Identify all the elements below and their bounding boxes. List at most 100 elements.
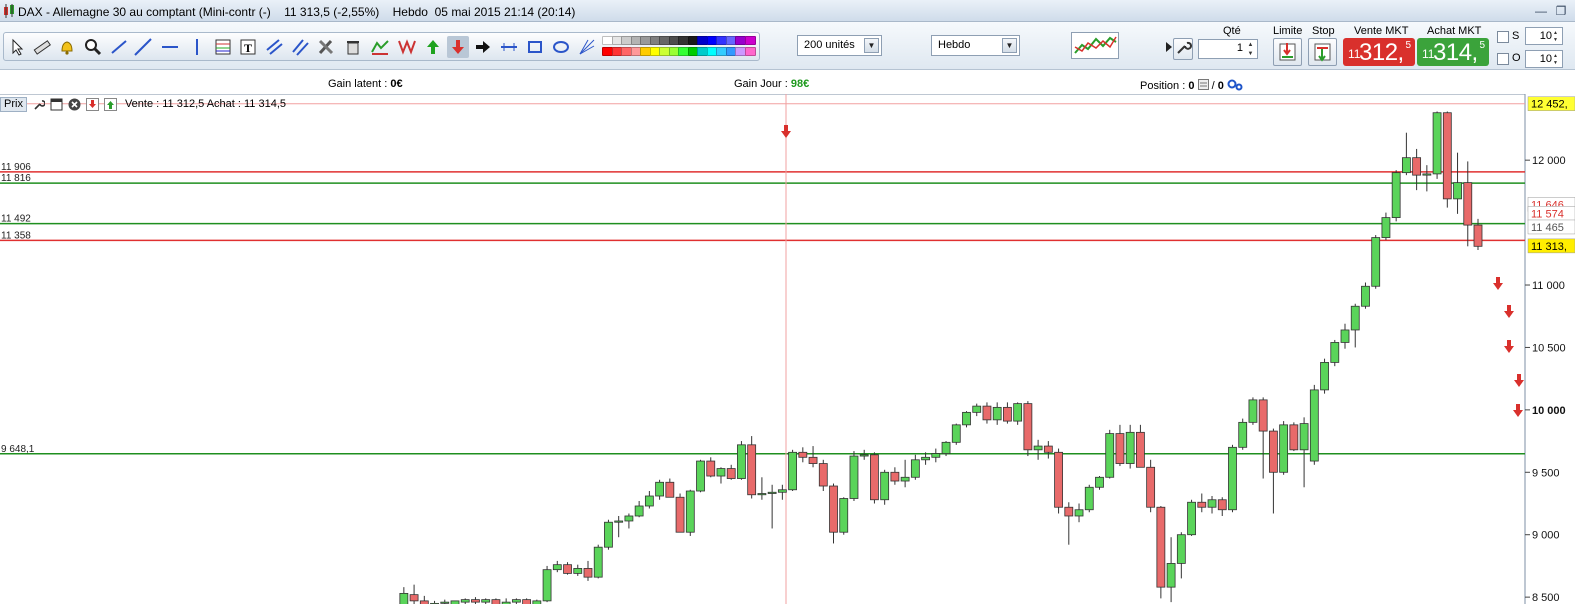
candle[interactable] <box>818 459 828 492</box>
tools-icon[interactable] <box>315 36 337 58</box>
candle[interactable] <box>1320 358 1329 394</box>
limit-label: Limite <box>1273 25 1303 37</box>
candle[interactable] <box>1238 418 1248 450</box>
candle[interactable] <box>951 423 961 445</box>
candle[interactable] <box>737 441 746 480</box>
candle[interactable] <box>880 469 890 505</box>
candle[interactable] <box>1105 429 1115 479</box>
price-chart[interactable]: 11 90611 816 11 492 11 358 9 648,1 8 500 9 0… <box>0 94 1575 604</box>
pattern-icon[interactable] <box>396 36 418 58</box>
candle[interactable] <box>1023 401 1033 457</box>
move-up-icon[interactable] <box>103 97 117 111</box>
window-icon[interactable] <box>50 98 63 111</box>
minimize-icon[interactable]: — <box>1533 3 1549 19</box>
candle[interactable] <box>685 489 695 536</box>
collapse-arrow-icon[interactable] <box>1166 42 1172 52</box>
bearish-candle-body <box>1115 433 1125 464</box>
spin-up-icon[interactable]: ▲ <box>1245 41 1256 49</box>
vertical-line-icon[interactable] <box>186 36 208 58</box>
candle[interactable] <box>1054 448 1063 514</box>
alert-bell-icon[interactable] <box>56 36 78 58</box>
qty-input[interactable]: 1 ▲ ▼ <box>1198 39 1258 59</box>
right-arrow-icon[interactable] <box>472 36 494 58</box>
candle[interactable] <box>1330 339 1340 367</box>
trendline-extended-icon[interactable] <box>132 36 154 58</box>
candle[interactable] <box>696 459 705 493</box>
limit-order-button[interactable] <box>1273 38 1302 66</box>
buy-market-button[interactable]: 11 314, 5 <box>1417 38 1489 66</box>
bearish-candle-body <box>583 568 593 578</box>
color-palette[interactable] <box>602 36 758 58</box>
candle[interactable] <box>941 441 951 457</box>
candle[interactable] <box>849 451 859 502</box>
sell-arrow-icon[interactable] <box>447 36 469 58</box>
candle[interactable] <box>1361 282 1370 309</box>
candle[interactable] <box>1432 111 1442 179</box>
color-swatch[interactable] <box>744 47 756 56</box>
fan-icon[interactable] <box>576 36 598 58</box>
units-select[interactable]: 200 unités ▼ <box>797 35 882 56</box>
stop-order-button[interactable] <box>1308 38 1337 66</box>
ellipse-icon[interactable] <box>550 36 572 58</box>
s-checkbox[interactable] <box>1497 31 1509 43</box>
candle[interactable] <box>1309 384 1319 465</box>
candle[interactable] <box>604 519 613 550</box>
buy-arrow-icon[interactable] <box>422 36 444 58</box>
candle[interactable] <box>1248 397 1258 425</box>
position-detail-icon[interactable] <box>1197 79 1209 90</box>
candle[interactable] <box>747 436 757 499</box>
settings-wrench-button[interactable] <box>1173 38 1193 60</box>
candle[interactable] <box>675 493 685 533</box>
move-down-icon[interactable] <box>85 97 99 111</box>
candle[interactable] <box>1371 235 1381 289</box>
text-tool-icon[interactable]: T <box>237 36 259 58</box>
candle[interactable] <box>1084 484 1094 513</box>
candle[interactable] <box>1442 111 1452 208</box>
candle[interactable] <box>839 497 849 535</box>
chart-type-button[interactable] <box>1071 32 1119 59</box>
wrench-icon[interactable] <box>32 98 45 111</box>
prix-label[interactable]: Prix <box>0 96 27 112</box>
spin-down-icon[interactable]: ▼ <box>1550 59 1561 67</box>
horizontal-line-icon[interactable] <box>159 36 181 58</box>
restore-icon[interactable]: ❐ <box>1553 3 1569 19</box>
candle[interactable] <box>593 544 603 579</box>
candle[interactable] <box>1156 505 1166 599</box>
parallel-lines-icon[interactable] <box>289 36 311 58</box>
stop-order-icon <box>1314 43 1331 62</box>
sell-market-button[interactable]: 11 312, 5 <box>1343 38 1415 66</box>
gears-icon[interactable] <box>1227 78 1243 91</box>
candle[interactable] <box>788 449 797 492</box>
candle[interactable] <box>1279 421 1289 475</box>
s-value-input[interactable]: 10 ▲ ▼ <box>1525 27 1563 45</box>
rectangle-icon[interactable] <box>524 36 546 58</box>
fibonacci-icon[interactable] <box>212 36 234 58</box>
candle[interactable] <box>1391 170 1401 222</box>
close-icon[interactable] <box>68 98 81 111</box>
trash-icon[interactable] <box>342 36 364 58</box>
candle[interactable] <box>1289 422 1299 452</box>
trendline-icon[interactable] <box>108 36 130 58</box>
color-swatch[interactable] <box>744 36 756 45</box>
candle[interactable] <box>542 565 552 603</box>
zoom-icon[interactable] <box>82 36 104 58</box>
spin-down-icon[interactable]: ▼ <box>1550 36 1561 44</box>
candle[interactable] <box>1013 402 1023 425</box>
candle[interactable] <box>870 452 879 504</box>
channel-icon[interactable] <box>263 36 285 58</box>
indicator-red-green-icon[interactable] <box>369 36 391 58</box>
o-checkbox[interactable] <box>1497 53 1509 65</box>
measure-icon[interactable] <box>498 36 520 58</box>
candle[interactable] <box>1187 499 1196 536</box>
candle[interactable] <box>1228 444 1237 513</box>
candle[interactable] <box>962 411 971 428</box>
chevron-down-icon[interactable]: ▼ <box>864 38 879 53</box>
period-select[interactable]: Hebdo ▼ <box>931 35 1020 56</box>
o-value-input[interactable]: 10 ▲ ▼ <box>1525 50 1563 68</box>
cursor-icon[interactable] <box>7 36 29 58</box>
chevron-down-icon[interactable]: ▼ <box>1002 38 1017 53</box>
bullish-candle-body <box>757 493 767 496</box>
candle[interactable] <box>1146 459 1156 513</box>
ruler-icon[interactable] <box>31 36 53 58</box>
spin-down-icon[interactable]: ▼ <box>1245 50 1256 58</box>
